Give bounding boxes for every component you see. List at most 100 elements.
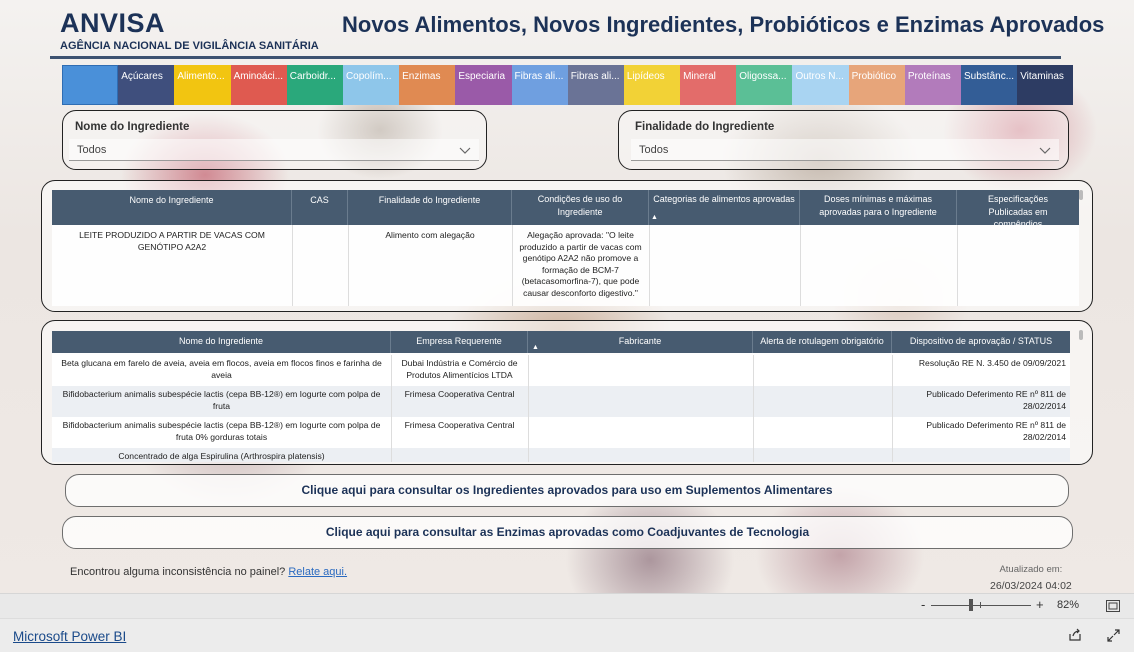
col-divider bbox=[528, 386, 529, 417]
tab-copolím[interactable]: Copolím... bbox=[342, 65, 400, 105]
table-row[interactable]: Concentrado de alga Espirulina (Arthrosp… bbox=[52, 448, 1070, 462]
zoom-slider-thumb[interactable] bbox=[969, 599, 973, 611]
tab-alimento[interactable]: Alimento... bbox=[174, 65, 231, 105]
tab-especiaria[interactable]: Especiaria bbox=[455, 65, 512, 105]
powerbi-footer: Microsoft Power BI bbox=[0, 618, 1134, 652]
col-header-conditions[interactable]: Condições de uso do Ingrediente bbox=[512, 190, 649, 225]
tab-mineral[interactable]: Mineral bbox=[680, 65, 737, 105]
tab-fibras-ali[interactable]: Fibras ali... bbox=[567, 65, 624, 105]
col-divider bbox=[528, 417, 529, 448]
feedback-question: Encontrou alguma inconsistência no paine… bbox=[70, 566, 286, 578]
tab-enzimas[interactable]: Enzimas bbox=[399, 65, 456, 105]
col-divider bbox=[892, 355, 893, 386]
purpose-filter: Finalidade do Ingrediente Todos bbox=[618, 110, 1069, 170]
col-divider bbox=[391, 417, 392, 448]
col-divider bbox=[528, 355, 529, 386]
report-canvas: ANVISA AGÊNCIA NACIONAL DE VIGILÂNCIA SA… bbox=[0, 0, 1134, 593]
col-divider bbox=[892, 448, 893, 462]
col-header-company[interactable]: Empresa Requerente bbox=[391, 331, 528, 353]
table-scrollbar[interactable] bbox=[1079, 190, 1083, 200]
tab-outros-n[interactable]: Outros N... bbox=[792, 65, 849, 105]
col-header-cas[interactable]: CAS bbox=[292, 190, 348, 225]
col-header-maker[interactable]: Fabricante bbox=[528, 331, 753, 353]
cell-status: Publicado Deferimento RE nº 811 de 28/02… bbox=[926, 420, 1066, 442]
zoom-out-button[interactable]: - bbox=[921, 597, 925, 612]
table-row[interactable]: Beta glucana em farelo de aveia, aveia e… bbox=[52, 355, 1070, 386]
approved-ingredients-table: Nome do Ingrediente Empresa Requerente F… bbox=[52, 331, 1070, 462]
col-header-categories[interactable]: Categorias de alimentos aprovadas bbox=[649, 190, 800, 225]
purpose-select[interactable]: Todos bbox=[631, 139, 1059, 161]
col-header-status[interactable]: Dispositivo de aprovação / STATUS bbox=[892, 331, 1070, 353]
chevron-down-icon bbox=[459, 147, 471, 154]
table-scrollbar[interactable] bbox=[1079, 330, 1083, 340]
col-divider bbox=[391, 355, 392, 386]
cell-company: Dubai Indústria e Comércio de Produtos A… bbox=[401, 358, 518, 380]
tab-vitaminas[interactable]: Vitaminas bbox=[1017, 65, 1074, 105]
report-link[interactable]: Relate aqui. bbox=[288, 566, 347, 578]
cell-status: Publicado Deferimento RE nº 811 de 28/02… bbox=[926, 389, 1066, 411]
feedback-text: Encontrou alguma inconsistência no paine… bbox=[70, 566, 347, 578]
cell-name: Concentrado de alga Espirulina (Arthrosp… bbox=[118, 451, 325, 461]
powerbi-link[interactable]: Microsoft Power BI bbox=[13, 629, 126, 644]
ingredient-select[interactable]: Todos bbox=[69, 139, 479, 161]
purpose-filter-label: Finalidade do Ingrediente bbox=[635, 121, 775, 133]
header-divider bbox=[50, 56, 1061, 59]
cell-name: Bifidobacterium animalis subespécie lact… bbox=[62, 389, 381, 411]
novel-foods-table-panel: Nome do Ingrediente CAS Finalidade do In… bbox=[41, 180, 1093, 312]
cell-conditions: Alegação aprovada: "O leite produzido a … bbox=[519, 230, 642, 298]
col-divider bbox=[528, 448, 529, 462]
page-title: Novos Alimentos, Novos Ingredientes, Pro… bbox=[342, 12, 1105, 37]
col-divider bbox=[892, 417, 893, 448]
tab-all[interactable] bbox=[62, 65, 119, 105]
category-tabs: Açúcares Alimento... Aminoáci... Carboidr..… bbox=[62, 65, 1074, 105]
brand-name: ANVISA bbox=[60, 8, 166, 38]
cell-company: Frimesa Cooperativa Central bbox=[404, 389, 515, 399]
sort-ascending-icon[interactable]: ▲ bbox=[532, 344, 539, 351]
tab-carboidr[interactable]: Carboidr... bbox=[286, 65, 343, 105]
col-header-name[interactable]: Nome do Ingrediente bbox=[52, 331, 391, 353]
col-header-doses[interactable]: Doses mínimas e máximas aprovadas para o… bbox=[800, 190, 957, 225]
zoom-slider-track[interactable] bbox=[931, 605, 1031, 606]
tab-aminoáci[interactable]: Aminoáci... bbox=[230, 65, 287, 105]
table-row[interactable]: Bifidobacterium animalis subespécie lact… bbox=[52, 417, 1070, 448]
col-header-alert[interactable]: Alerta de rotulagem obrigatório bbox=[753, 331, 892, 353]
updated-value: 26/03/2024 04:02 bbox=[990, 580, 1072, 592]
supplements-link-button[interactable]: Clique aqui para consultar os Ingredient… bbox=[65, 474, 1069, 507]
tab-fibras-ali[interactable]: Fibras ali... bbox=[511, 65, 568, 105]
ingredient-filter-label: Nome do Ingrediente bbox=[75, 121, 190, 133]
purpose-select-value: Todos bbox=[639, 144, 669, 156]
share-icon[interactable] bbox=[1068, 628, 1082, 642]
col-divider bbox=[892, 386, 893, 417]
cell-name: Beta glucana em farelo de aveia, aveia e… bbox=[61, 358, 382, 380]
zoom-bar: - + 82% bbox=[0, 593, 1134, 618]
tab-açúcares[interactable]: Açúcares bbox=[118, 65, 175, 105]
sort-ascending-icon[interactable]: ▲ bbox=[651, 214, 658, 221]
cell-name: LEITE PRODUZIDO A PARTIR DE VACAS COM GE… bbox=[79, 230, 265, 252]
tab-proteínas[interactable]: Proteínas bbox=[904, 65, 961, 105]
table-header: Nome do Ingrediente CAS Finalidade do In… bbox=[52, 190, 1079, 229]
col-divider bbox=[800, 225, 801, 306]
table-row[interactable]: Bifidobacterium animalis subespécie lact… bbox=[52, 386, 1070, 417]
tab-probiótico[interactable]: Probiótico bbox=[848, 65, 905, 105]
tab-oligossa[interactable]: Oligossa... bbox=[736, 65, 793, 105]
col-divider bbox=[292, 225, 293, 306]
novel-foods-table: Nome do Ingrediente CAS Finalidade do In… bbox=[52, 190, 1079, 306]
fit-to-page-icon[interactable] bbox=[1106, 600, 1120, 612]
enzymes-link-button[interactable]: Clique aqui para consultar as Enzimas ap… bbox=[62, 516, 1073, 549]
fullscreen-icon[interactable] bbox=[1107, 629, 1120, 642]
zoom-slider-tick bbox=[980, 602, 981, 608]
col-divider bbox=[512, 225, 513, 306]
tab-substânc[interactable]: Substânc... bbox=[961, 65, 1018, 105]
col-header-name[interactable]: Nome do Ingrediente bbox=[52, 190, 292, 225]
col-divider bbox=[649, 225, 650, 306]
chevron-down-icon bbox=[1039, 147, 1051, 154]
last-updated: Atualizado em: 26/03/2024 04:02 bbox=[990, 562, 1072, 593]
ingredient-filter: Nome do Ingrediente Todos bbox=[62, 110, 487, 170]
col-divider bbox=[753, 417, 754, 448]
col-header-specs[interactable]: Especificações Publicadas em compêndios bbox=[957, 190, 1079, 229]
col-divider bbox=[957, 225, 958, 306]
table-row[interactable]: LEITE PRODUZIDO A PARTIR DE VACAS COM GE… bbox=[52, 225, 1079, 306]
col-header-purpose[interactable]: Finalidade do Ingrediente bbox=[348, 190, 512, 225]
zoom-in-button[interactable]: + bbox=[1036, 597, 1044, 612]
tab-lipídeos[interactable]: Lipídeos bbox=[623, 65, 681, 105]
